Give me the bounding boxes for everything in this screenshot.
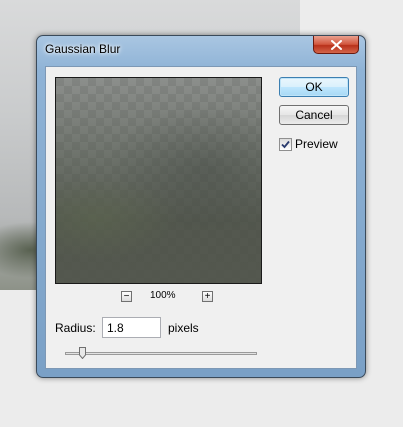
radius-unit: pixels bbox=[168, 321, 199, 335]
radius-slider-track[interactable] bbox=[65, 352, 257, 355]
dialog-title: Gaussian Blur bbox=[45, 42, 121, 56]
preview-image bbox=[56, 78, 261, 283]
zoom-out-button[interactable]: − bbox=[121, 291, 132, 302]
ok-button[interactable]: OK bbox=[279, 77, 349, 97]
cancel-button[interactable]: Cancel bbox=[279, 105, 349, 125]
title-bar[interactable]: Gaussian Blur bbox=[37, 36, 365, 62]
zoom-level: 100% bbox=[150, 290, 176, 301]
radius-slider-thumb[interactable] bbox=[78, 347, 86, 359]
close-button[interactable] bbox=[313, 36, 359, 54]
preview-checkbox[interactable] bbox=[279, 137, 292, 151]
zoom-in-button[interactable]: + bbox=[202, 291, 213, 302]
preview-checkbox-row[interactable]: Preview bbox=[279, 136, 338, 152]
preview-checkbox-label: Preview bbox=[295, 137, 338, 151]
radius-input[interactable] bbox=[102, 317, 161, 338]
radius-label: Radius: bbox=[55, 321, 96, 335]
dialog-content: − 100% + OK Cancel Preview Radius: pixel… bbox=[45, 66, 357, 369]
preview-pane[interactable] bbox=[55, 77, 262, 284]
checkmark-icon bbox=[281, 140, 290, 148]
close-icon bbox=[330, 39, 342, 50]
zoom-controls: − 100% + bbox=[106, 289, 216, 307]
gaussian-blur-dialog: Gaussian Blur − 100% + OK Cancel Preview bbox=[36, 35, 366, 378]
